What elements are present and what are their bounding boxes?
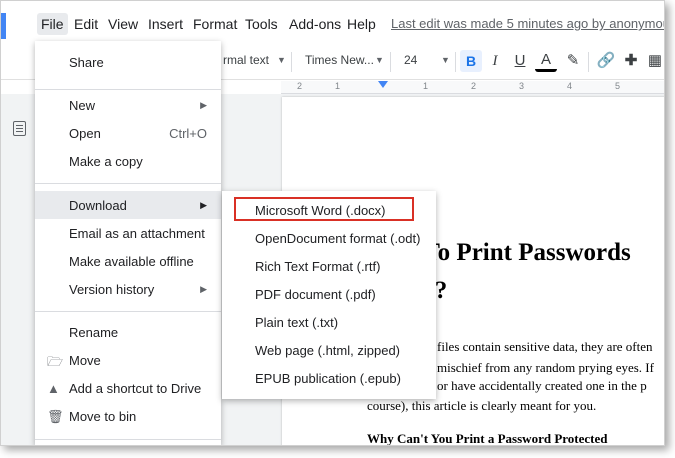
image-icon[interactable]: ▦	[644, 50, 664, 72]
file-menu-label: Add a shortcut to Drive	[69, 381, 202, 396]
menu-divider	[35, 89, 221, 90]
download-option-label: EPUB publication (.epub)	[255, 371, 401, 386]
download-submenu: Microsoft Word (.docx) OpenDocument form…	[222, 191, 436, 399]
file-menu-label: Email as an attachment	[69, 226, 205, 241]
ruler-mark: 3	[519, 81, 525, 91]
file-menu-share[interactable]: Share	[35, 48, 221, 76]
file-menu-label: Share	[69, 55, 104, 70]
italic-icon[interactable]: I	[484, 50, 506, 72]
file-menu-move-to-bin[interactable]: 🗑 Move to bin	[35, 402, 221, 430]
style-dropdown[interactable]: rmal text	[223, 53, 269, 67]
style-chevron-down-icon[interactable]: ▼	[277, 55, 286, 65]
size-chevron-down-icon[interactable]: ▼	[441, 55, 450, 65]
menu-view[interactable]: View	[104, 13, 142, 35]
ruler-mark: 2	[471, 81, 477, 91]
toolbar-divider	[455, 52, 456, 72]
menu-format[interactable]: Format	[189, 13, 241, 35]
ruler-mark: 1	[335, 81, 341, 91]
submenu-arrow-icon: ▶	[200, 284, 207, 294]
comment-icon[interactable]: ✚	[620, 50, 642, 72]
ruler-mark: 5	[615, 81, 621, 91]
ruler-mark: 2	[297, 81, 303, 91]
docs-logo-edge	[1, 13, 6, 39]
file-menu-open[interactable]: Open Ctrl+O	[35, 119, 221, 147]
file-menu-label: Open	[69, 126, 101, 141]
menu-divider	[35, 311, 221, 312]
menu-tools[interactable]: Tools	[241, 13, 282, 35]
submenu-arrow-icon: ▶	[200, 200, 207, 210]
document-outline-icon[interactable]	[13, 121, 26, 136]
text-color-icon[interactable]: A	[535, 50, 557, 72]
download-option-label: Rich Text Format (.rtf)	[255, 259, 381, 274]
menu-edit[interactable]: Edit	[70, 13, 102, 35]
file-menu-label: Move	[69, 353, 101, 368]
document-title-line1: y To Print Passwords	[405, 239, 631, 266]
file-menu-make-copy[interactable]: Make a copy	[35, 147, 221, 175]
menu-file[interactable]: File	[37, 13, 68, 35]
file-menu: Share New ▶ Open Ctrl+O Make a copy Down…	[35, 41, 221, 445]
download-odt[interactable]: OpenDocument format (.odt)	[222, 224, 436, 252]
download-docx[interactable]: Microsoft Word (.docx)	[222, 196, 436, 224]
menu-help[interactable]: Help	[343, 13, 380, 35]
file-menu-label: Download	[69, 198, 127, 213]
document-text-line: course), this article is clearly meant f…	[367, 398, 597, 413]
file-menu-label: Rename	[69, 325, 119, 340]
document-subheading: Why Can't You Print a Password Protected	[367, 431, 608, 446]
toolbar-divider	[291, 52, 292, 72]
download-option-label: PDF document (.pdf)	[255, 287, 376, 302]
download-epub[interactable]: EPUB publication (.epub)	[222, 364, 436, 392]
file-menu-label: Make a copy	[69, 154, 143, 169]
font-size-dropdown[interactable]: 24	[404, 53, 417, 67]
file-menu-rename[interactable]: Rename	[35, 318, 221, 346]
toolbar-divider	[390, 52, 391, 72]
ruler-mark: 4	[567, 81, 573, 91]
indent-marker-icon[interactable]	[378, 81, 388, 88]
shortcut-hint: Ctrl+O	[169, 126, 207, 141]
download-pdf[interactable]: PDF document (.pdf)	[222, 280, 436, 308]
file-menu-offline[interactable]: Make available offline	[35, 247, 221, 275]
download-option-label: OpenDocument format (.odt)	[255, 231, 421, 246]
toolbar-divider	[588, 52, 589, 72]
file-menu-download[interactable]: Download ▶	[35, 191, 221, 219]
ruler[interactable]: 2 1 1 2 3 4 5	[281, 81, 664, 94]
document-text-line: mischief from any random prying eyes. If	[437, 360, 654, 375]
menu-addons[interactable]: Add-ons	[285, 13, 345, 35]
file-menu-label: Make available offline	[69, 254, 194, 269]
app-window: File Edit View Insert Format Tools Add-o…	[0, 0, 665, 446]
trash-icon: 🗑	[47, 409, 64, 424]
menu-insert[interactable]: Insert	[144, 13, 187, 35]
download-option-label: Web page (.html, zipped)	[255, 343, 400, 358]
download-option-label: Plain text (.txt)	[255, 315, 339, 330]
file-menu-label: New	[69, 98, 96, 113]
download-option-label: Microsoft Word (.docx)	[255, 203, 386, 218]
download-rtf[interactable]: Rich Text Format (.rtf)	[222, 252, 436, 280]
menu-divider	[35, 183, 221, 184]
document-text-line: files contain sensitive data, they are o…	[437, 339, 653, 354]
file-menu-label: Version history	[69, 282, 155, 297]
last-edit-link[interactable]: Last edit was made 5 minutes ago by anon…	[391, 13, 664, 35]
link-icon[interactable]: 🔗	[595, 50, 617, 72]
font-dropdown[interactable]: Times New...	[305, 53, 374, 67]
underline-icon[interactable]: U	[509, 50, 531, 72]
file-menu-move[interactable]: 🗁 Move	[35, 346, 221, 374]
highlight-icon[interactable]: ✎	[562, 50, 584, 72]
menu-bar: File Edit View Insert Format Tools Add-o…	[1, 1, 664, 39]
download-html[interactable]: Web page (.html, zipped)	[222, 336, 436, 364]
bold-icon[interactable]: B	[460, 50, 482, 72]
ruler-mark: 1	[423, 81, 429, 91]
file-menu-email[interactable]: Email as an attachment	[35, 219, 221, 247]
file-menu-new[interactable]: New ▶	[35, 91, 221, 119]
download-txt[interactable]: Plain text (.txt)	[222, 308, 436, 336]
file-menu-label: Move to bin	[69, 409, 137, 424]
document-text-line: or have accidentally created one in the …	[437, 378, 647, 393]
file-menu-version-history[interactable]: Version history ▶	[35, 275, 221, 303]
drive-shortcut-icon: ▲	[47, 381, 60, 396]
font-chevron-down-icon[interactable]: ▼	[375, 55, 384, 65]
file-menu-add-shortcut[interactable]: ▲ Add a shortcut to Drive	[35, 374, 221, 402]
menu-divider	[35, 439, 221, 440]
submenu-arrow-icon: ▶	[200, 100, 207, 110]
folder-move-icon: 🗁	[47, 354, 64, 369]
